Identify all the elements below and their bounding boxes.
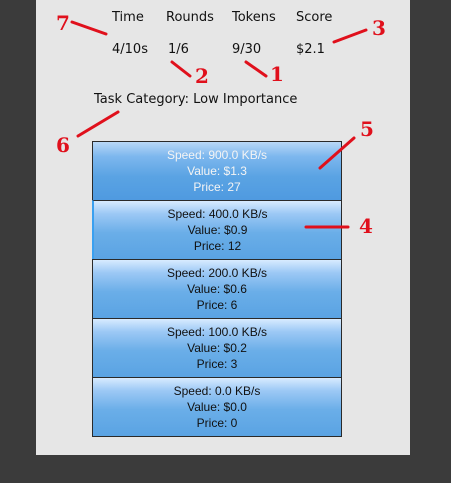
annotation-stroke-1 [244, 60, 268, 78]
annotation-stroke-3 [332, 28, 368, 44]
annotation-1: 1 [270, 62, 284, 86]
annotation-strokes [70, 20, 368, 229]
annotation-stroke-6 [76, 110, 120, 138]
annotation-stroke-7 [70, 20, 108, 36]
annotation-2: 2 [195, 64, 209, 88]
annotation-4: 4 [359, 214, 373, 238]
annotation-7: 7 [56, 11, 70, 35]
annotation-6: 6 [56, 133, 70, 157]
annotation-stroke-2 [170, 60, 192, 78]
annotation-stroke-5 [318, 136, 356, 170]
annotation-3: 3 [372, 16, 386, 40]
annotation-5: 5 [360, 117, 374, 141]
